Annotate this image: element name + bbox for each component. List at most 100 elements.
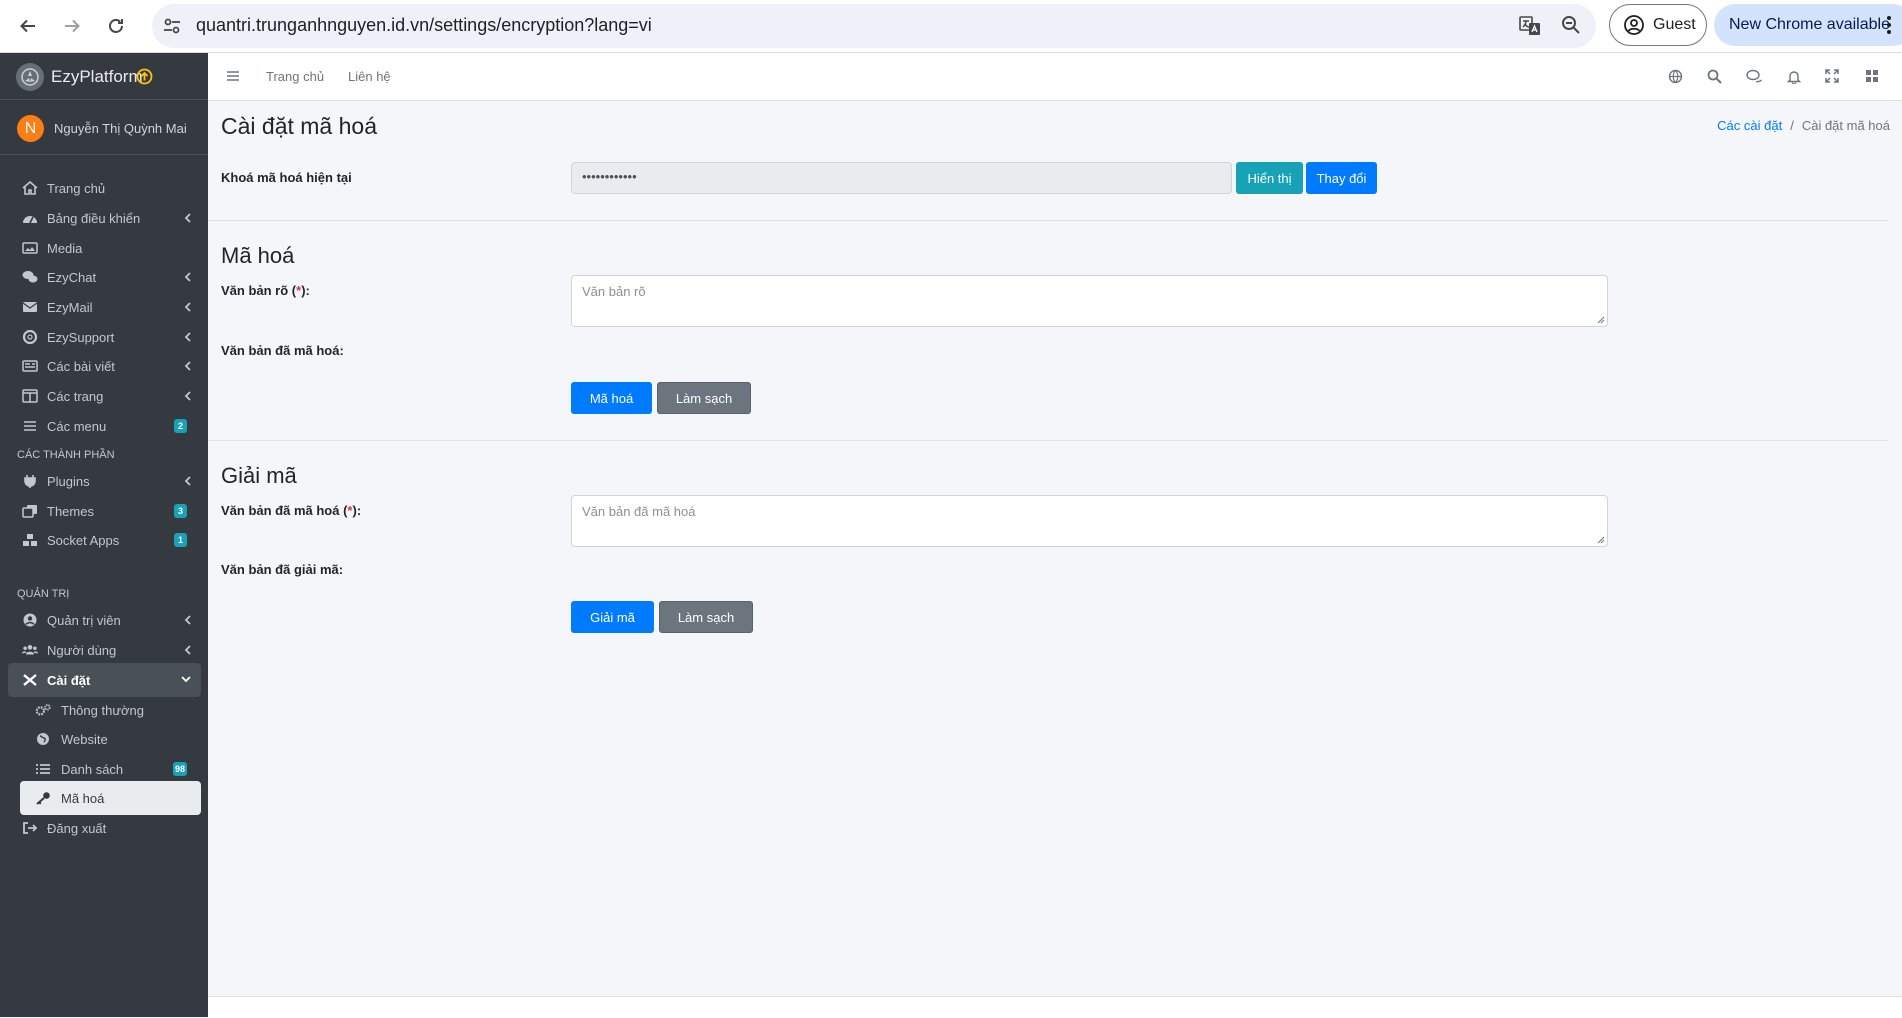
plug-icon (22, 474, 38, 488)
sidebar: EzyPlatform N Nguyễn Thị Quỳnh Mai Trang… (0, 53, 208, 1017)
chevron-left-icon (184, 272, 191, 282)
breadcrumb: Các cài đặt / Cài đặt mã hoá (1717, 118, 1890, 133)
columns-icon (22, 389, 38, 403)
breadcrumb-separator: / (1790, 118, 1794, 133)
sidebar-header-admin: QUẢN TRỊ (17, 588, 70, 600)
sidebar-item-socket-apps[interactable]: Socket Apps 1 (8, 523, 201, 557)
decrypt-section-title: Giải mã (221, 463, 297, 488)
sidebar-item-label: Các menu (47, 419, 107, 434)
nav-link-contact[interactable]: Liên hệ (348, 69, 391, 84)
fullscreen-icon[interactable] (1825, 69, 1839, 83)
sidebar-item-label: Các trang (47, 389, 104, 404)
chevron-left-icon (184, 645, 191, 655)
user-name[interactable]: Nguyễn Thị Quỳnh Mai (54, 121, 187, 136)
chevron-down-icon (181, 676, 191, 683)
reload-button[interactable] (100, 10, 132, 42)
sidebar-item-admins[interactable]: Quản trị viên (8, 603, 201, 637)
section-divider (208, 220, 1888, 221)
newspaper-icon (22, 359, 38, 373)
decrypt-button[interactable]: Giải mã (571, 601, 654, 633)
sidebar-item-menus[interactable]: Các menu 2 (8, 409, 201, 443)
profile-button[interactable]: Guest (1609, 4, 1707, 46)
current-key-label: Khoá mã hoá hiện tại (221, 170, 352, 185)
sidebar-item-pages[interactable]: Các trang (8, 379, 201, 413)
sidebar-item-logout[interactable]: Đăng xuất (8, 811, 201, 845)
brand-link[interactable]: EzyPlatform (0, 53, 208, 100)
sidebar-item-website[interactable]: Website (8, 722, 201, 756)
count-badge: 98 (172, 762, 187, 776)
sidebar-item-posts[interactable]: Các bài viết (8, 349, 201, 383)
site-settings-icon[interactable] (162, 16, 182, 36)
clear-decrypt-button[interactable]: Làm sạch (659, 601, 753, 633)
sidebar-item-home[interactable]: Trang chủ (8, 171, 201, 205)
breadcrumb-settings-link[interactable]: Các cài đặt (1717, 118, 1782, 133)
sidebar-item-plugins[interactable]: Plugins (8, 464, 201, 498)
sidebar-item-label: Themes (47, 504, 94, 519)
sidebar-item-label: Danh sách (61, 762, 124, 777)
list-icon (35, 762, 51, 776)
resize-grip-icon[interactable] (1596, 535, 1605, 544)
brand-name: EzyPlatform (51, 67, 143, 86)
plaintext-input[interactable]: Văn bản rõ (571, 275, 1608, 327)
lifebuoy-icon (22, 330, 38, 344)
cubes-icon (22, 533, 38, 547)
sidebar-item-ezychat[interactable]: EzyChat (8, 260, 201, 294)
sidebar-item-label: Thông thường (61, 703, 145, 718)
dashboard-icon (22, 211, 38, 225)
users-icon (22, 643, 38, 657)
current-key-input[interactable]: •••••••••••• (571, 162, 1232, 194)
nav-link-home[interactable]: Trang chủ (266, 69, 324, 84)
home-icon (22, 181, 38, 195)
sidebar-item-dashboard[interactable]: Bảng điều khiển (8, 201, 201, 235)
globe-icon (35, 732, 51, 746)
change-key-button[interactable]: Thay đổi (1306, 162, 1377, 194)
ciphertext-label: Văn bản đã mã hoá (*): (221, 503, 361, 518)
main-content: Cài đặt mã hoá Các cài đặt / Cài đặt mã ho… (208, 101, 1902, 1017)
sidebar-item-encryption[interactable]: Mã hoá (20, 781, 201, 815)
count-badge: 3 (174, 504, 187, 518)
count-badge: 1 (174, 533, 187, 547)
chevron-left-icon (184, 302, 191, 312)
show-key-button[interactable]: Hiển thị (1236, 162, 1303, 194)
plaintext-placeholder: Văn bản rõ (582, 284, 646, 299)
label-suffix: ): (301, 283, 310, 298)
label-suffix: ): (352, 503, 362, 518)
language-globe-icon[interactable] (1668, 69, 1683, 84)
forward-button[interactable] (56, 10, 88, 42)
hamburger-menu-icon[interactable] (226, 70, 240, 82)
sidebar-item-label: EzyChat (47, 270, 97, 285)
sidebar-item-settings[interactable]: Cài đặt (8, 663, 201, 697)
encrypt-button[interactable]: Mã hoá (571, 382, 652, 414)
chevron-left-icon (184, 476, 191, 486)
zoom-out-icon[interactable] (1560, 14, 1582, 36)
sidebar-item-users[interactable]: Người dùng (8, 633, 201, 667)
translate-icon[interactable] (1518, 14, 1542, 38)
browser-toolbar: quantri.trunganhnguyen.id.vn/settings/en… (0, 0, 1902, 53)
url-text[interactable]: quantri.trunganhnguyen.id.vn/settings/en… (196, 15, 652, 36)
reload-icon (109, 19, 123, 33)
sidebar-item-label: Website (61, 732, 108, 747)
back-button[interactable] (12, 10, 44, 42)
encrypted-result-label: Văn bản đã mã hoá: (221, 343, 344, 358)
messages-icon[interactable] (1746, 69, 1763, 84)
address-bar[interactable]: quantri.trunganhnguyen.id.vn/settings/en… (152, 4, 1596, 48)
sidebar-item-label: Cài đặt (47, 673, 91, 688)
upgrade-icon[interactable] (136, 68, 153, 85)
clear-encrypt-button[interactable]: Làm sạch (657, 382, 751, 414)
chrome-update-button[interactable]: New Chrome available (1714, 4, 1902, 46)
sidebar-item-ezymail[interactable]: EzyMail (8, 290, 201, 324)
top-navbar: Trang chủ Liên hệ (208, 53, 1902, 101)
decrypted-result-label: Văn bản đã giải mã: (221, 562, 344, 577)
resize-grip-icon[interactable] (1596, 315, 1605, 324)
ciphertext-placeholder: Văn bản đã mã hoá (582, 504, 696, 519)
apps-grid-icon[interactable] (1865, 69, 1879, 83)
ciphertext-input[interactable]: Văn bản đã mã hoá (571, 495, 1608, 547)
encrypt-section-title: Mã hoá (221, 243, 295, 268)
arrow-right-icon (65, 19, 80, 33)
search-icon[interactable] (1707, 69, 1722, 84)
tools-icon (22, 673, 38, 687)
sign-out-icon (22, 821, 38, 835)
bell-icon[interactable] (1787, 69, 1801, 84)
kebab-menu-icon[interactable] (1886, 15, 1892, 35)
user-panel[interactable]: N Nguyễn Thị Quỳnh Mai (0, 100, 208, 155)
